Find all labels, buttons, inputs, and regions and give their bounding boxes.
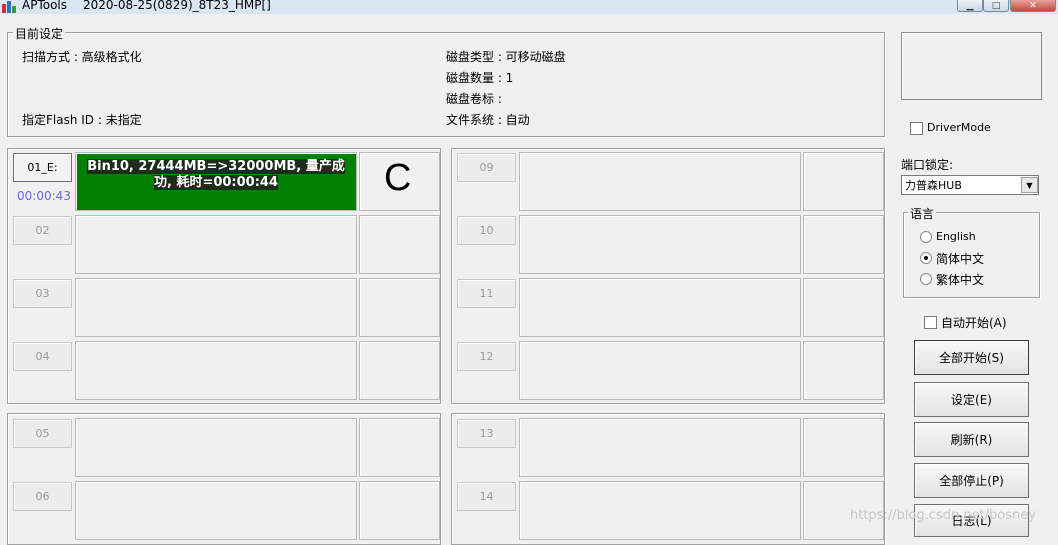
port-button-13[interactable]: 13 — [457, 419, 516, 448]
refresh-label: 刷新(R) — [950, 433, 993, 447]
driver-mode-label: DriverMode — [927, 121, 991, 134]
port-button-05[interactable]: 05 — [13, 419, 72, 448]
chevron-down-icon[interactable]: ▼ — [1021, 177, 1038, 193]
port-label: 09 — [479, 161, 494, 174]
app-name: APTools — [22, 0, 68, 12]
slot-status-13 — [519, 418, 801, 477]
slot-status-12 — [519, 341, 801, 400]
watermark: https://blog.csdn.net/bosney — [850, 508, 1036, 523]
drive-letter-cell-09 — [803, 152, 884, 211]
simplified-chinese-label: 简体中文 — [936, 252, 985, 266]
maximize-icon: □ — [991, 0, 1001, 11]
close-icon: ✕ — [1029, 0, 1037, 11]
status-message-line1: Bin10, 27444MB=>32000MB, 量产成 — [87, 159, 345, 174]
drive-letter: C — [384, 157, 412, 199]
port-label: 06 — [35, 490, 50, 503]
drive-letter-cell-12 — [803, 341, 884, 400]
file-system-text: 文件系统 : 自动 — [446, 113, 530, 127]
stop-all-label: 全部停止(P) — [939, 474, 1004, 488]
slot-status-05 — [75, 418, 357, 477]
drive-letter-cell-11 — [803, 278, 884, 337]
port-label: 11 — [479, 287, 494, 300]
slot-status-02 — [75, 215, 357, 274]
auto-start-label: 自动开始(A) — [941, 316, 1007, 330]
simplified-chinese-radio[interactable] — [920, 252, 932, 264]
slot-status-06 — [75, 481, 357, 540]
refresh-button[interactable]: 刷新(R) — [914, 422, 1029, 457]
drive-letter-cell-01: C — [359, 152, 440, 211]
slot-status-10 — [519, 215, 801, 274]
status-message: Bin10, 27444MB=>32000MB, 量产成 功, 耗时=00:00… — [82, 159, 350, 191]
port-label: 02 — [35, 224, 50, 237]
current-settings-title: 目前设定 — [13, 25, 66, 42]
port-button-01[interactable]: 01_E: — [13, 153, 72, 182]
slot-status-03 — [75, 278, 357, 337]
preview-box — [901, 32, 1042, 100]
port-button-10[interactable]: 10 — [457, 216, 516, 245]
port-lock-value: 力普森HUB — [905, 179, 962, 192]
drive-letter-cell-10 — [803, 215, 884, 274]
port-button-06[interactable]: 06 — [13, 482, 72, 511]
slot-status-04 — [75, 341, 357, 400]
settings-label: 设定(E) — [951, 393, 992, 407]
port-lock-select[interactable]: 力普森HUB ▼ — [901, 175, 1039, 195]
disk-label-text: 磁盘卷标 : — [446, 92, 502, 106]
status-message-line2: 功, 耗时=00:00:44 — [153, 175, 279, 190]
drive-letter-cell-04 — [359, 341, 440, 400]
app-icon — [2, 0, 16, 13]
port-button-09[interactable]: 09 — [457, 153, 516, 182]
english-label: English — [936, 230, 976, 243]
slot-status-11 — [519, 278, 801, 337]
flash-id-text: 指定Flash ID : 未指定 — [22, 113, 142, 127]
drive-letter-cell-13 — [803, 418, 884, 477]
drive-letter-cell-02 — [359, 215, 440, 274]
port-label: 03 — [35, 287, 50, 300]
port-button-02[interactable]: 02 — [13, 216, 72, 245]
port-button-04[interactable]: 04 — [13, 342, 72, 371]
slot-status-01: Bin10, 27444MB=>32000MB, 量产成 功, 耗时=00:00… — [75, 152, 357, 211]
elapsed-time: 00:00:43 — [17, 189, 71, 203]
close-button[interactable]: ✕ — [1010, 0, 1056, 12]
port-label: 05 — [35, 427, 50, 440]
drive-letter-cell-06 — [359, 481, 440, 540]
slot-status-09 — [519, 152, 801, 211]
port-lock-label: 端口锁定: — [901, 158, 954, 172]
drive-letter-cell-05 — [359, 418, 440, 477]
maximize-button[interactable]: □ — [983, 0, 1009, 12]
port-button-03[interactable]: 03 — [13, 279, 72, 308]
english-radio[interactable] — [920, 231, 932, 243]
stop-all-button[interactable]: 全部停止(P) — [914, 463, 1029, 498]
start-all-label: 全部开始(S) — [939, 351, 1004, 365]
port-button-11[interactable]: 11 — [457, 279, 516, 308]
title-bar: APTools 2020-08-25(0829)_8T23_HMP[] ▁ □ … — [0, 0, 1058, 14]
auto-start-checkbox[interactable] — [924, 316, 937, 329]
slot-status-14 — [519, 481, 801, 540]
scan-mode-text: 扫描方式 : 高级格式化 — [22, 50, 142, 64]
drive-letter-cell-03 — [359, 278, 440, 337]
port-button-12[interactable]: 12 — [457, 342, 516, 371]
port-label: 01_E: — [27, 161, 58, 174]
disk-count-text: 磁盘数量 : 1 — [446, 71, 514, 85]
port-button-14[interactable]: 14 — [457, 482, 516, 511]
port-label: 04 — [35, 350, 50, 363]
port-label: 14 — [479, 490, 494, 503]
minimize-button[interactable]: ▁ — [957, 0, 983, 12]
settings-button[interactable]: 设定(E) — [914, 382, 1029, 417]
minimize-icon: ▁ — [966, 0, 974, 11]
port-label: 12 — [479, 350, 494, 363]
traditional-chinese-radio[interactable] — [920, 273, 932, 285]
start-all-button[interactable]: 全部开始(S) — [914, 340, 1029, 375]
port-label: 10 — [479, 224, 494, 237]
window-title: 2020-08-25(0829)_8T23_HMP[] — [83, 0, 271, 12]
port-label: 13 — [479, 427, 494, 440]
disk-type-text: 磁盘类型 : 可移动磁盘 — [446, 50, 566, 64]
driver-mode-checkbox[interactable] — [910, 122, 923, 135]
language-title: 语言 — [908, 205, 937, 222]
traditional-chinese-label: 繁体中文 — [936, 273, 985, 287]
